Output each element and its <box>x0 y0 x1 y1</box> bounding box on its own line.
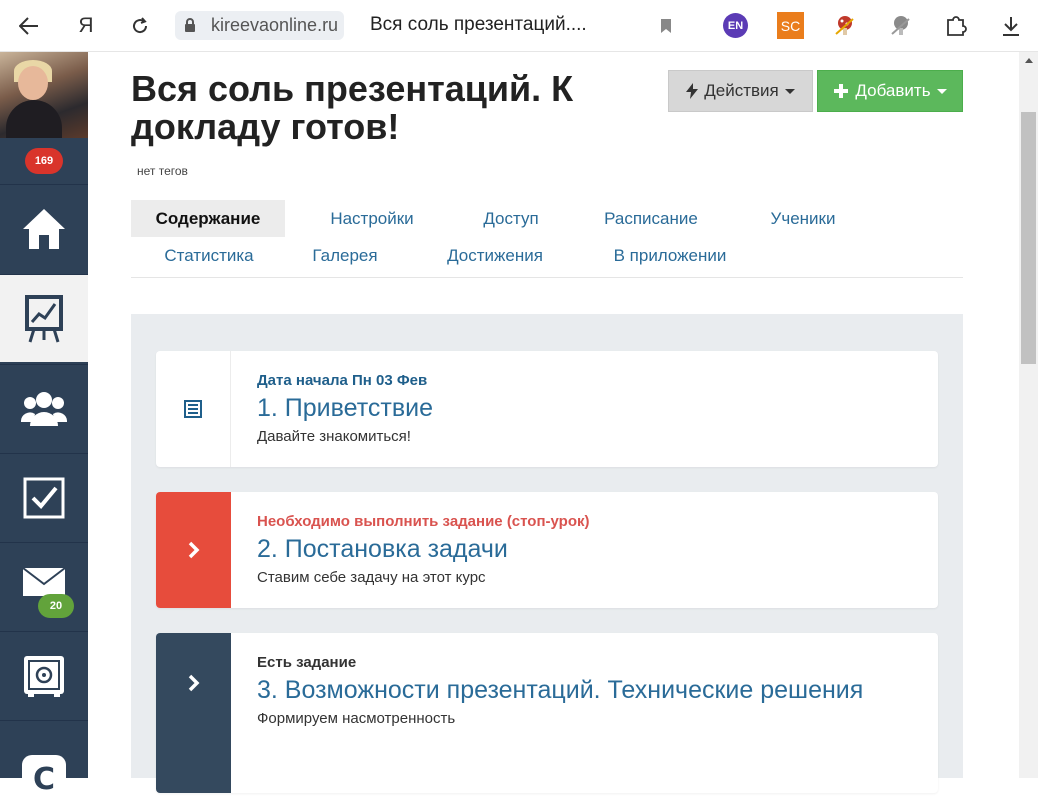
lesson-status: Необходимо выполнить задание (стоп-урок) <box>257 513 590 530</box>
caret-down-icon <box>784 88 795 94</box>
extension-puzzle-button[interactable] <box>940 10 972 42</box>
content-tabs: Содержание Настройки Доступ Расписание У… <box>131 200 963 278</box>
browser-toolbar: Я kireevaonline.ru Вся соль презентаций.… <box>0 0 1038 52</box>
tab-schedule[interactable]: Расписание <box>599 200 703 237</box>
page-scrollbar[interactable] <box>1019 52 1038 778</box>
grey-extension-icon <box>891 16 910 35</box>
left-sidebar: 169 20 C <box>0 52 88 799</box>
arrow-left-icon <box>19 17 38 35</box>
presentation-chart-icon <box>25 294 63 342</box>
tab-access[interactable]: Доступ <box>469 200 553 237</box>
chevron-right-icon <box>188 541 199 559</box>
messages-badge: 20 <box>38 594 74 618</box>
add-button[interactable]: Добавить <box>817 70 963 112</box>
c-logo-icon: C <box>22 754 66 799</box>
translate-extension-icon[interactable]: EN <box>723 13 748 38</box>
tab-gallery[interactable]: Галерея <box>305 237 385 274</box>
tab-content[interactable]: Содержание <box>131 200 285 237</box>
address-bar[interactable]: kireevaonline.ru <box>175 11 345 40</box>
actions-label: Действия <box>704 81 779 100</box>
reload-button[interactable] <box>124 10 156 42</box>
reload-icon <box>133 17 148 34</box>
sidebar-item-safe[interactable] <box>0 631 88 719</box>
notifications-badge: 169 <box>25 148 63 174</box>
caret-down-icon <box>936 88 947 94</box>
lesson-item[interactable]: Дата начала Пн 03 Фев 1. Приветствие Дав… <box>156 351 938 467</box>
extension-grey-button[interactable] <box>885 10 917 42</box>
tab-settings[interactable]: Настройки <box>317 200 427 237</box>
tab-statistics[interactable]: Статистика <box>149 237 269 274</box>
sidebar-item-users[interactable] <box>0 364 88 452</box>
lesson-description: Давайте знакомиться! <box>257 428 411 445</box>
sc-extension-icon[interactable]: SC <box>777 12 804 39</box>
checkbox-icon <box>23 477 65 518</box>
lesson-title[interactable]: 2. Постановка задачи <box>257 534 897 564</box>
lesson-title[interactable]: 3. Возможности презентаций. Технические … <box>257 675 897 705</box>
chevron-up-icon <box>1024 58 1033 63</box>
lock-icon[interactable] <box>175 11 205 40</box>
bookmark-icon <box>661 19 671 33</box>
safe-icon <box>24 655 64 697</box>
bookmark-button[interactable] <box>650 10 682 42</box>
bolt-icon <box>686 83 699 99</box>
sidebar-item-crm[interactable]: C <box>0 720 88 808</box>
svg-text:C: C <box>33 762 55 797</box>
mushroom-extension-icon <box>835 16 854 35</box>
download-icon <box>1003 17 1019 36</box>
tab-achievements[interactable]: Достижения <box>439 237 551 274</box>
list-icon <box>184 400 202 418</box>
lesson-title[interactable]: 1. Приветствие <box>257 393 897 423</box>
extension-mushroom-button[interactable] <box>829 10 861 42</box>
sidebar-item-trainings[interactable] <box>0 274 88 362</box>
lessons-list: Дата начала Пн 03 Фев 1. Приветствие Дав… <box>131 314 963 793</box>
scroll-up-button[interactable] <box>1019 52 1038 69</box>
users-icon <box>21 391 67 426</box>
tab-in-app[interactable]: В приложении <box>605 237 735 274</box>
lesson-item[interactable]: Необходимо выполнить задание (стоп-урок)… <box>156 492 938 608</box>
lesson-description: Ставим себе задачу на этот курс <box>257 569 486 586</box>
lesson-item[interactable]: Есть задание 3. Возможности презентаций.… <box>156 633 938 793</box>
add-label: Добавить <box>855 81 931 100</box>
back-button[interactable] <box>13 10 45 42</box>
puzzle-extension-icon <box>947 16 967 36</box>
lesson-status: Дата начала Пн 03 Фев <box>257 372 428 389</box>
sidebar-item-messages[interactable]: 20 <box>0 542 88 630</box>
scroll-thumb[interactable] <box>1021 112 1036 364</box>
avatar[interactable] <box>0 52 88 138</box>
page-title: Вся соль презентаций. К докладу готов! <box>131 68 574 147</box>
tab-students[interactable]: Ученики <box>759 200 847 237</box>
chevron-right-icon <box>188 674 199 692</box>
url-domain[interactable]: kireevaonline.ru <box>205 11 345 40</box>
plus-icon <box>834 84 849 98</box>
home-icon <box>23 208 65 249</box>
lesson-status: Есть задание <box>257 654 357 671</box>
yandex-button[interactable]: Я <box>70 10 102 42</box>
envelope-icon <box>22 566 66 596</box>
sidebar-item-home[interactable] <box>0 184 88 272</box>
notifications[interactable]: 169 <box>0 138 88 184</box>
yandex-logo-icon: Я <box>78 14 94 37</box>
tags-label: нет тегов <box>137 164 188 178</box>
actions-button[interactable]: Действия <box>668 70 813 112</box>
sidebar-item-tasks[interactable] <box>0 453 88 541</box>
main-content: Вся соль презентаций. К докладу готов! н… <box>88 52 1019 793</box>
download-button[interactable] <box>995 10 1027 42</box>
page-tab-title: Вся соль презентаций.... <box>370 14 587 35</box>
lesson-description: Формируем насмотренность <box>257 710 456 727</box>
